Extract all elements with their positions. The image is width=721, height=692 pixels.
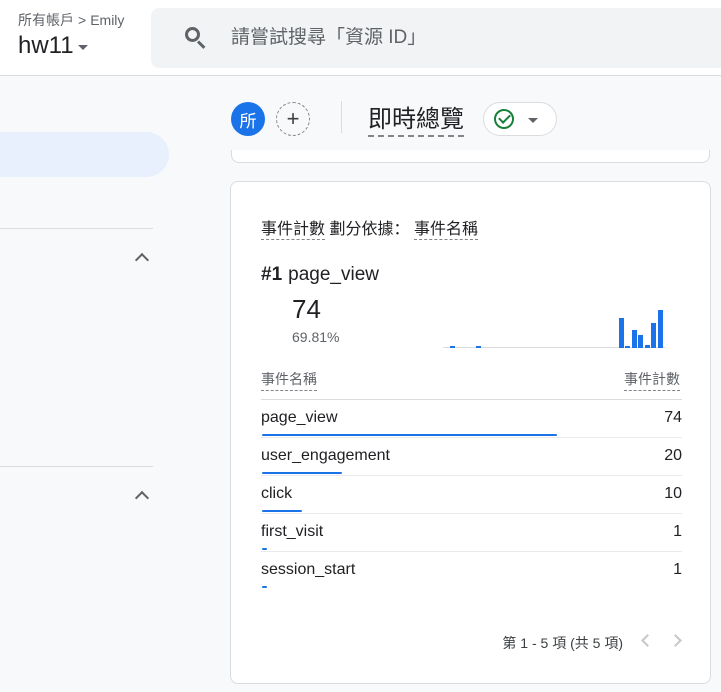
dropdown-caret-icon xyxy=(528,117,538,123)
event-count-card: 事件計數 劃分依據： 事件名稱 #1 page_view 74 69.81% 事件… xyxy=(230,181,711,684)
column-header-value[interactable]: 事件計數 xyxy=(624,369,680,391)
row-event-count: 10 xyxy=(664,485,682,502)
toolbar-divider xyxy=(341,101,342,133)
row-share-bar xyxy=(262,586,267,588)
sparkline-bar xyxy=(658,310,663,348)
top-percent: 69.81% xyxy=(292,329,340,345)
sidebar xyxy=(0,77,190,692)
row-event-name: page_view xyxy=(261,409,338,426)
row-event-name: session_start xyxy=(261,561,356,578)
row-share-bar xyxy=(262,472,342,474)
dropdown-caret-icon xyxy=(77,44,88,50)
table-row: page_view 74 xyxy=(261,400,682,438)
top-value: 74 xyxy=(292,294,321,324)
user-avatar-chip[interactable]: 所 xyxy=(231,102,265,136)
search-bar[interactable] xyxy=(151,8,721,68)
next-page-icon[interactable] xyxy=(669,634,682,647)
row-event-count: 1 xyxy=(673,561,682,578)
status-dropdown[interactable] xyxy=(483,102,557,136)
table-row: first_visit 1 xyxy=(261,514,682,552)
chevron-up-icon[interactable] xyxy=(134,490,150,506)
row-share-bar xyxy=(262,434,557,436)
card-title: 事件計數 劃分依據： 事件名稱 xyxy=(261,215,478,240)
property-selector[interactable]: hw11 xyxy=(18,32,88,60)
sparkline-bar xyxy=(476,346,481,348)
sparkline-bar xyxy=(619,318,624,348)
report-toolbar: 所 + 即時總覽 xyxy=(190,77,721,157)
row-event-count: 20 xyxy=(664,447,682,464)
breadcrumb-accounts[interactable]: 所有帳戶 xyxy=(18,10,74,30)
sparkline-bar xyxy=(638,335,643,348)
add-comparison-button[interactable]: + xyxy=(276,102,310,136)
sidebar-divider xyxy=(0,466,153,467)
search-input[interactable] xyxy=(231,27,631,49)
breadcrumb-chevron-icon: > xyxy=(78,12,87,28)
column-header-name[interactable]: 事件名稱 xyxy=(261,369,317,391)
table-row: click 10 xyxy=(261,476,682,514)
table-row: session_start 1 xyxy=(261,552,682,590)
chevron-up-icon[interactable] xyxy=(134,252,150,268)
dimension-name[interactable]: 事件名稱 xyxy=(413,221,478,240)
sparkline-bar xyxy=(651,323,656,348)
pagination-label: 第 1 - 5 項 (共 5 項) xyxy=(502,635,623,651)
card-title-connector: 劃分依據： xyxy=(329,221,410,238)
page-title[interactable]: 即時總覽 xyxy=(368,99,464,137)
check-circle-icon xyxy=(494,109,514,129)
row-share-bar xyxy=(262,548,267,550)
sparkline-chart xyxy=(443,300,665,348)
top-bar: 所有帳戶 > Emily hw11 xyxy=(0,0,721,76)
sidebar-divider xyxy=(0,228,153,229)
sparkline-bar xyxy=(645,345,650,348)
prev-page-icon[interactable] xyxy=(641,634,654,647)
sparkline-bar xyxy=(625,346,630,348)
row-event-count: 1 xyxy=(673,523,682,540)
top-rank: #1 xyxy=(261,264,283,285)
top-name: page_view xyxy=(288,264,379,285)
property-name: hw11 xyxy=(18,32,74,59)
metric-name[interactable]: 事件計數 xyxy=(261,221,326,240)
search-icon[interactable] xyxy=(183,25,209,51)
breadcrumb[interactable]: 所有帳戶 > Emily xyxy=(18,10,124,30)
table-row: user_engagement 20 xyxy=(261,438,682,476)
row-event-count: 74 xyxy=(664,409,682,426)
row-share-bar xyxy=(262,510,302,512)
row-event-name: click xyxy=(261,485,293,502)
breadcrumb-account-name[interactable]: Emily xyxy=(90,12,124,28)
row-event-name: user_engagement xyxy=(261,447,390,464)
previous-card-edge xyxy=(231,150,710,163)
sparkline-bar xyxy=(632,330,637,348)
top-item: #1 page_view xyxy=(261,264,379,286)
sparkline-bar xyxy=(450,346,455,348)
sidebar-active-item[interactable] xyxy=(0,132,169,177)
row-event-name: first_visit xyxy=(261,523,324,540)
